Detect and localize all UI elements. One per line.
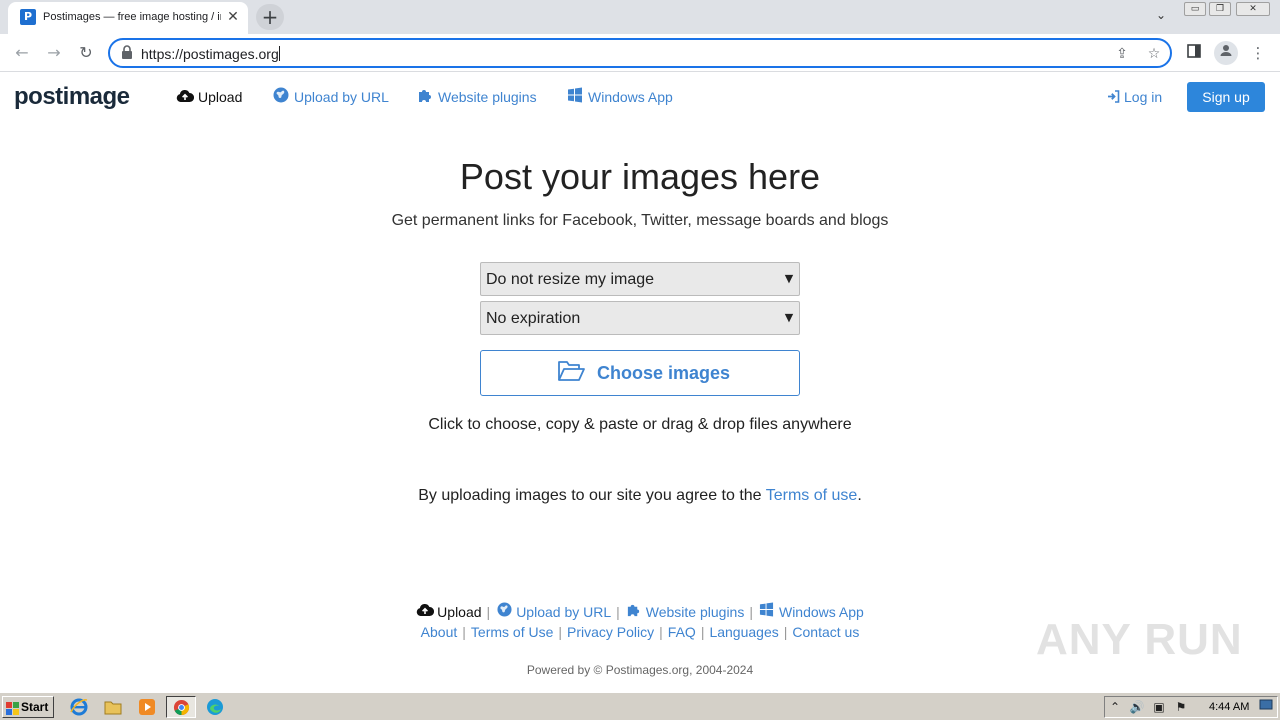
globe-icon: [495, 602, 513, 621]
nav-website-plugins-link[interactable]: Website plugins: [416, 86, 537, 108]
side-panel-icon[interactable]: [1182, 41, 1206, 65]
footer-contact-us-link[interactable]: Contact us: [792, 624, 859, 640]
internet-explorer-icon[interactable]: [70, 698, 88, 716]
terms-notice: By uploading images to our site you agre…: [418, 487, 862, 504]
windows-logo-icon: [566, 87, 584, 107]
share-icon[interactable]: ⇪: [1112, 44, 1132, 64]
media-player-icon[interactable]: [138, 698, 156, 716]
file-explorer-icon[interactable]: [104, 698, 122, 716]
page-subheadline: Get permanent links for Facebook, Twitte…: [391, 212, 889, 229]
chrome-icon: [173, 699, 190, 716]
cloud-upload-icon: [416, 603, 435, 621]
resize-select[interactable]: Do not resize my image ▼: [480, 262, 800, 296]
footer-terms-of-use-link[interactable]: Terms of Use: [471, 624, 553, 640]
tab-close-icon[interactable]: ✕: [225, 8, 241, 26]
footer-website-plugins-link[interactable]: Website plugins: [625, 602, 744, 621]
upload-hint: Click to choose, copy & paste or drag & …: [428, 416, 852, 433]
footer-faq-link[interactable]: FAQ: [668, 624, 696, 640]
resize-select-value: Do not resize my image: [486, 271, 655, 288]
tab-title: Postimages — free image hosting / image …: [43, 11, 221, 23]
kebab-menu-icon[interactable]: ⋮: [1246, 41, 1270, 65]
puzzle-piece-icon: [416, 87, 434, 107]
postimage-logo[interactable]: postimage: [14, 82, 130, 112]
network-icon[interactable]: ▣: [1151, 699, 1167, 715]
window-minimize-button[interactable]: ▭: [1184, 2, 1206, 16]
tray-expand-chevron-icon[interactable]: ⌃: [1107, 699, 1123, 715]
nav-upload-by-url-link[interactable]: Upload by URL: [272, 86, 389, 108]
system-tray: ⌃ 🔊 ▣ ⚑ 4:44 AM: [1104, 696, 1278, 718]
chevron-down-icon: ▼: [784, 272, 794, 285]
new-tab-button[interactable]: +: [256, 4, 284, 30]
tab-search-chevron-icon[interactable]: ⌄: [1152, 8, 1170, 26]
choose-images-label: Choose images: [597, 363, 731, 383]
puzzle-piece-icon: [625, 602, 643, 621]
show-desktop-icon[interactable]: [1259, 699, 1273, 715]
chrome-taskbar-button[interactable]: [166, 696, 196, 718]
bookmark-star-icon[interactable]: ☆: [1144, 44, 1164, 64]
window-restore-button[interactable]: ❐: [1209, 2, 1231, 16]
profile-avatar-icon[interactable]: [1214, 41, 1238, 65]
windows-logo-icon: [758, 602, 776, 621]
folder-open-icon: [557, 360, 587, 386]
anyrun-watermark: ANY RUN: [1036, 615, 1243, 664]
postimages-favicon-icon: P: [20, 9, 36, 25]
expiration-select-value: No expiration: [486, 310, 581, 327]
footer-upload-by-url-link[interactable]: Upload by URL: [495, 602, 611, 621]
page-headline: Post your images here: [459, 156, 821, 197]
lock-icon: [121, 45, 135, 61]
footer-windows-app-link[interactable]: Windows App: [758, 602, 864, 621]
nav-log-in-link[interactable]: Log in: [1106, 86, 1162, 108]
address-bar[interactable]: https://postimages.org ⇪ ☆: [108, 38, 1172, 68]
nav-upload-link[interactable]: Upload: [176, 86, 242, 108]
footer-languages-link[interactable]: Languages: [709, 624, 778, 640]
windows-taskbar: Start ⌃ 🔊 ▣ ⚑ 4:44 AM: [0, 692, 1280, 720]
footer-about-link[interactable]: About: [421, 624, 458, 640]
action-center-flag-icon[interactable]: ⚑: [1173, 699, 1189, 715]
reload-icon[interactable]: ↻: [74, 41, 98, 65]
expiration-select[interactable]: No expiration ▼: [480, 301, 800, 335]
choose-images-button[interactable]: Choose images: [480, 350, 800, 396]
cloud-upload-icon: [176, 89, 195, 107]
sign-in-icon: [1106, 89, 1120, 107]
browser-toolbar: ← → ↻ https://postimages.org ⇪ ☆ ⋮: [0, 34, 1280, 72]
volume-icon[interactable]: 🔊: [1129, 699, 1145, 715]
browser-tab-strip: P Postimages — free image hosting / imag…: [0, 0, 1280, 34]
start-button[interactable]: Start: [2, 696, 54, 718]
back-arrow-icon[interactable]: ←: [10, 41, 34, 65]
taskbar-clock[interactable]: 4:44 AM: [1209, 700, 1249, 714]
globe-icon: [272, 87, 290, 107]
sign-up-button[interactable]: Sign up: [1187, 82, 1265, 112]
terms-of-use-link[interactable]: Terms of use: [766, 487, 858, 504]
footer-privacy-policy-link[interactable]: Privacy Policy: [567, 624, 654, 640]
nav-windows-app-link[interactable]: Windows App: [566, 86, 673, 108]
windows-flag-icon: [6, 701, 19, 715]
edge-icon[interactable]: [206, 698, 224, 716]
footer-upload-link[interactable]: Upload: [416, 603, 482, 621]
chevron-down-icon: ▼: [784, 311, 794, 324]
browser-tab-active[interactable]: P Postimages — free image hosting / imag…: [8, 2, 248, 34]
window-close-button[interactable]: ✕: [1236, 2, 1270, 16]
forward-arrow-icon[interactable]: →: [42, 41, 66, 65]
address-bar-url[interactable]: https://postimages.org: [141, 45, 280, 63]
